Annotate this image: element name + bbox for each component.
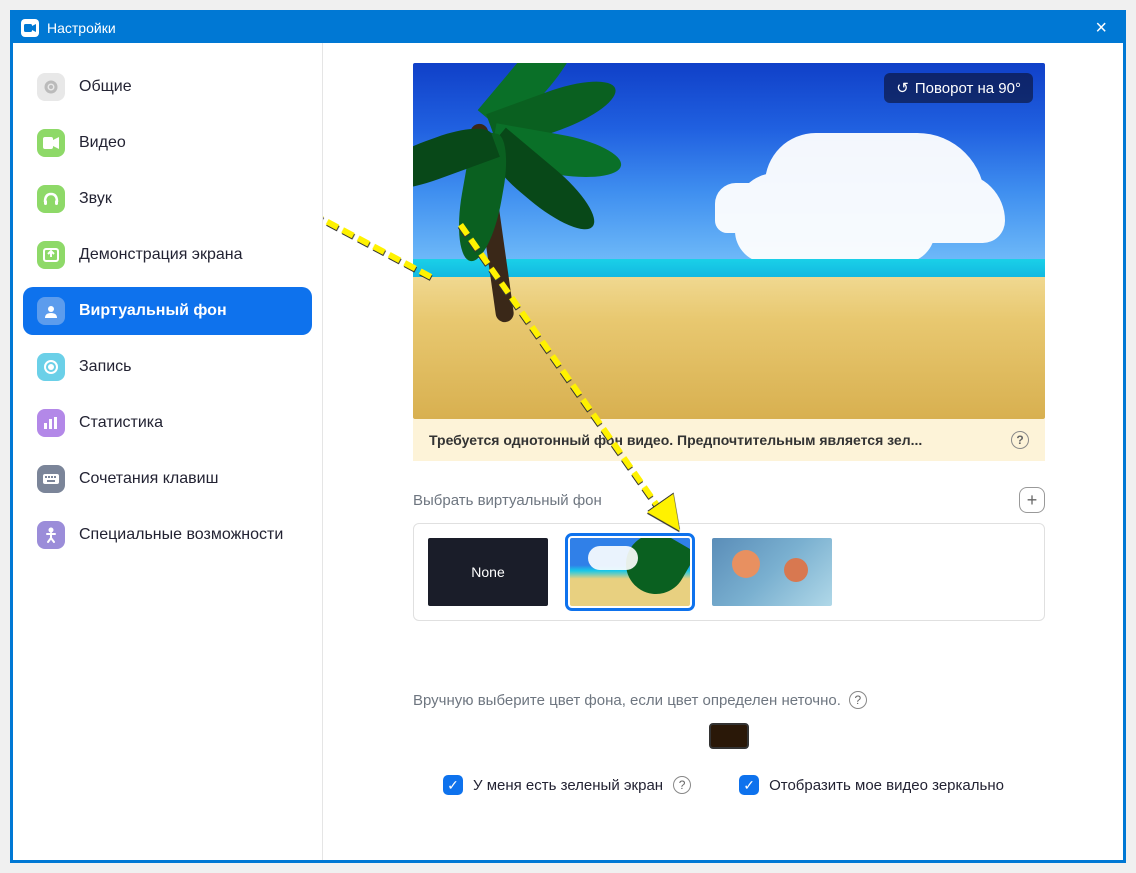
app-icon <box>21 19 39 37</box>
checkbox-checked-icon: ✓ <box>443 775 463 795</box>
choose-bg-label: Выбрать виртуальный фон <box>413 492 602 509</box>
sidebar-item-record[interactable]: Запись <box>23 343 312 391</box>
sidebar-item-video[interactable]: Видео <box>23 119 312 167</box>
accessibility-icon <box>37 521 65 549</box>
rotate-button[interactable]: ↺ Поворот на 90° <box>884 73 1033 103</box>
checkbox-label: Отобразить мое видео зеркально <box>769 777 1004 794</box>
warning-text: Требуется однотонный фон видео. Предпочт… <box>429 432 922 448</box>
sidebar-item-accessibility[interactable]: Специальные возможности <box>23 511 312 559</box>
manual-color-row: Вручную выберите цвет фона, если цвет оп… <box>413 691 1063 709</box>
stats-icon <box>37 409 65 437</box>
thumb-none[interactable]: None <box>428 538 548 606</box>
sidebar-item-label: Виртуальный фон <box>79 301 227 322</box>
sidebar-item-label: Видео <box>79 133 126 154</box>
titlebar: Настройки × <box>13 13 1123 43</box>
sidebar-item-label: Запись <box>79 357 132 378</box>
sidebar-item-label: Общие <box>79 77 132 98</box>
settings-window: Настройки × Общие Видео Звук <box>10 10 1126 863</box>
sidebar-item-audio[interactable]: Звук <box>23 175 312 223</box>
sidebar-item-label: Сочетания клавиш <box>79 469 218 490</box>
add-background-button[interactable]: + <box>1019 487 1045 513</box>
checkbox-checked-icon: ✓ <box>739 775 759 795</box>
rotate-label: Поворот на 90° <box>915 80 1021 97</box>
sidebar-item-share[interactable]: Демонстрация экрана <box>23 231 312 279</box>
thumb-none-label: None <box>471 564 504 580</box>
help-icon[interactable]: ? <box>1011 431 1029 449</box>
keyboard-icon <box>37 465 65 493</box>
window-title: Настройки <box>47 20 116 36</box>
color-swatch[interactable] <box>709 723 749 749</box>
record-icon <box>37 353 65 381</box>
thumb-flowers[interactable] <box>712 538 832 606</box>
sidebar-item-general[interactable]: Общие <box>23 63 312 111</box>
help-icon[interactable]: ? <box>849 691 867 709</box>
sidebar-item-label: Специальные возможности <box>79 525 283 546</box>
gear-icon <box>37 73 65 101</box>
checkbox-mirror-video[interactable]: ✓ Отобразить мое видео зеркально <box>739 775 1004 795</box>
sidebar-item-label: Демонстрация экрана <box>79 245 243 266</box>
video-preview: ↺ Поворот на 90° <box>413 63 1045 419</box>
help-icon[interactable]: ? <box>673 776 691 794</box>
warning-bar: Требуется однотонный фон видео. Предпочт… <box>413 419 1045 461</box>
close-button[interactable]: × <box>1087 17 1115 40</box>
headphones-icon <box>37 185 65 213</box>
share-screen-icon <box>37 241 65 269</box>
manual-color-text: Вручную выберите цвет фона, если цвет оп… <box>413 692 841 709</box>
sidebar-item-virtual-bg[interactable]: Виртуальный фон <box>23 287 312 335</box>
sidebar-item-label: Статистика <box>79 413 163 434</box>
video-icon <box>37 129 65 157</box>
main-panel: ↺ Поворот на 90° Требуется однотонный фо… <box>323 43 1123 860</box>
rotate-icon: ↺ <box>896 79 909 97</box>
person-icon <box>37 297 65 325</box>
thumb-beach[interactable] <box>570 538 690 606</box>
checkbox-label: У меня есть зеленый экран <box>473 777 663 794</box>
checkbox-green-screen[interactable]: ✓ У меня есть зеленый экран ? <box>443 775 691 795</box>
sidebar: Общие Видео Звук Демонстрация экрана <box>13 43 323 860</box>
sidebar-item-stats[interactable]: Статистика <box>23 399 312 447</box>
background-thumbnails: None <box>413 523 1045 621</box>
sidebar-item-label: Звук <box>79 189 112 210</box>
sidebar-item-keyboard[interactable]: Сочетания клавиш <box>23 455 312 503</box>
